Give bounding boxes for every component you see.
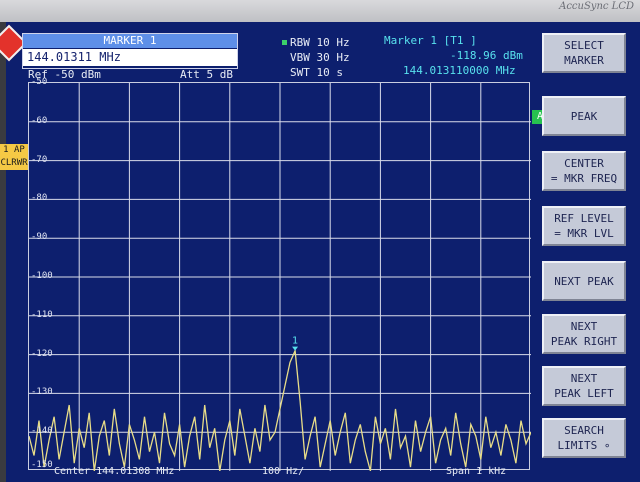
trace-mode-line1: 1 AP xyxy=(3,145,25,155)
monitor-bezel: AccuSync LCD xyxy=(0,0,640,22)
next-peak-right-button[interactable]: NEXT PEAK RIGHT xyxy=(542,314,626,354)
spectrum-plot: 1 xyxy=(29,83,531,471)
center-mkr-freq-button[interactable]: CENTER = MKR FREQ xyxy=(542,151,626,191)
marker-frequency-input[interactable]: 144.01311 MHz xyxy=(23,49,237,66)
search-limits-button[interactable]: SEARCH LIMITS ∘ xyxy=(542,418,626,458)
marker-entry-box: MARKER 1 144.01311 MHz xyxy=(22,33,238,69)
marker-entry-title: MARKER 1 xyxy=(23,34,237,48)
marker-flag-icon xyxy=(292,346,299,351)
y-axis-tick-label: -60 xyxy=(31,115,48,126)
marker-level-readout: -118.96 dBm xyxy=(450,49,523,62)
marker-frequency-readout: 144.013110000 MHz xyxy=(403,64,516,77)
y-axis-tick-label: -90 xyxy=(31,232,48,243)
rbw-readout: RBW 10 Hz xyxy=(290,36,350,49)
ref-level-mkr-lvl-button[interactable]: REF LEVEL = MKR LVL xyxy=(542,206,626,246)
spectrum-graph: 1 xyxy=(28,82,531,471)
y-axis-tick-label: -120 xyxy=(31,348,53,359)
y-axis-tick-label: -100 xyxy=(31,271,53,281)
sweep-time-readout: SWT 10 s xyxy=(290,66,343,79)
trace-mode-indicator: 1 AP CLRWR xyxy=(0,144,28,170)
span-per-division-readout: 100 Hz/ xyxy=(262,466,305,477)
attenuation-readout: Att 5 dB xyxy=(180,68,233,81)
center-frequency-readout: Center 144.01308 MHz xyxy=(54,466,175,477)
vbw-readout: VBW 30 Hz xyxy=(290,51,350,64)
select-marker-button[interactable]: SELECT MARKER xyxy=(542,33,626,73)
y-axis-tick-label: -110 xyxy=(31,309,53,320)
marker-label-readout: Marker 1 [T1 ] xyxy=(384,34,477,47)
rbw-status-dot-icon xyxy=(282,40,287,45)
peak-button[interactable]: PEAK xyxy=(542,96,626,136)
monitor-brand-label: AccuSync LCD xyxy=(559,1,634,12)
y-axis-tick-label: -140 xyxy=(31,426,53,437)
span-readout: Span 1 kHz xyxy=(446,466,507,477)
y-axis-tick-label: -80 xyxy=(31,193,48,204)
y-axis-tick-label: -50 xyxy=(31,77,48,87)
marker-flag-label: 1 xyxy=(292,336,298,347)
trace-mode-line2: CLRWR xyxy=(0,158,28,168)
next-peak-left-button[interactable]: NEXT PEAK LEFT xyxy=(542,366,626,406)
y-axis-tick-label: -150 xyxy=(31,460,53,470)
y-axis-tick-label: -70 xyxy=(31,154,48,165)
y-axis-tick-label: -130 xyxy=(31,387,53,398)
next-peak-button[interactable]: NEXT PEAK xyxy=(542,261,626,301)
